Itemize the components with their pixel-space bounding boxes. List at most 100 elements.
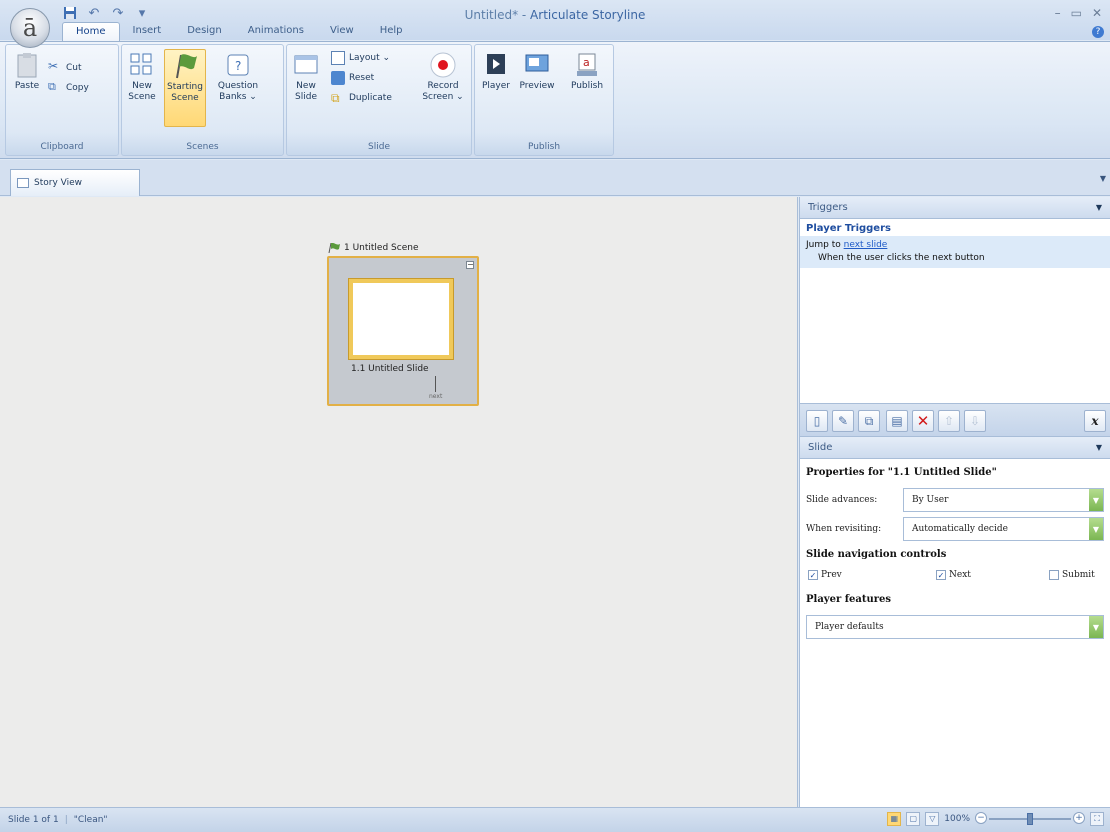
help-icon[interactable]: ?	[1092, 26, 1104, 38]
when-revisiting-select[interactable]: Automatically decide ▼	[903, 517, 1104, 541]
zoom-in-icon[interactable]: +	[1073, 812, 1085, 824]
submit-checkbox[interactable]: Submit	[1049, 570, 1095, 580]
app-logo: ā	[22, 14, 38, 42]
new-slide-label-2: Slide	[295, 92, 317, 102]
paste-button[interactable]: Paste	[12, 51, 42, 92]
slide-advances-row: Slide advances: By User ▼	[806, 488, 1104, 512]
window-controls: – ▭ ✕	[1055, 6, 1102, 20]
delete-trigger-icon[interactable]: ✕	[912, 410, 934, 432]
player-features-title: Player features	[806, 594, 892, 605]
new-slide-label-1: New	[296, 81, 316, 91]
new-scene-label-2: Scene	[128, 92, 156, 102]
publish-button[interactable]: a Publish	[565, 51, 609, 92]
player-features-select[interactable]: Player defaults ▼	[806, 615, 1104, 639]
zoom-out-icon[interactable]: −	[975, 812, 987, 824]
copy-trigger-icon[interactable]: ⧉	[858, 410, 880, 432]
scene-container[interactable]: − 1.1 Untitled Slide next	[327, 256, 479, 406]
new-scene-button[interactable]: New Scene	[126, 51, 158, 103]
scenes-group-label: Scenes	[186, 142, 219, 152]
player-features-row: Player defaults ▼	[806, 615, 1104, 639]
scene-title[interactable]: 1 Untitled Scene	[327, 243, 419, 253]
publish-icon: a	[577, 53, 597, 76]
next-label: Next	[949, 570, 971, 580]
trigger-item[interactable]: Jump to next slide When the user clicks …	[800, 236, 1110, 268]
trigger-target-link[interactable]: next slide	[844, 240, 888, 250]
zoom-slider[interactable]: − +	[975, 812, 1085, 826]
nav-controls: ✓ Prev ✓ Next Submit	[806, 570, 1104, 586]
zoom-thumb[interactable]	[1027, 813, 1033, 825]
question-banks-label-2: Banks ⌄	[219, 92, 257, 102]
triggers-panel-header[interactable]: Triggers ▼	[800, 197, 1110, 219]
app-name: Articulate Storyline	[530, 8, 646, 22]
layout-icon	[331, 51, 345, 65]
tab-home[interactable]: Home	[62, 22, 120, 42]
copy-button[interactable]: ⧉ Copy	[48, 81, 89, 95]
close-icon[interactable]: ✕	[1092, 6, 1102, 20]
tab-story-view[interactable]: Story View	[10, 169, 140, 196]
tab-list-chevron-icon[interactable]: ▼	[1100, 174, 1106, 183]
collapse-scene-icon[interactable]: −	[466, 261, 474, 269]
layout-button[interactable]: Layout ⌄	[331, 51, 390, 65]
edit-trigger-icon[interactable]: ✎	[832, 410, 854, 432]
move-up-icon[interactable]: ⇧	[938, 410, 960, 432]
starting-scene-label-1: Starting	[167, 82, 203, 92]
duplicate-button[interactable]: ⧉ Duplicate	[331, 91, 392, 105]
starting-scene-button[interactable]: Starting Scene	[164, 49, 206, 127]
normal-view-button-icon[interactable]: ▢	[906, 812, 921, 826]
filter-view-button-icon[interactable]: ▽	[925, 812, 940, 826]
tab-insert[interactable]: Insert	[120, 22, 175, 42]
tab-view[interactable]: View	[317, 22, 367, 42]
submit-checkbox-box[interactable]	[1049, 570, 1059, 580]
slide-panel-menu-icon[interactable]: ▼	[1096, 443, 1102, 452]
tab-help[interactable]: Help	[367, 22, 416, 42]
reset-button[interactable]: Reset	[331, 71, 374, 85]
tab-design[interactable]: Design	[174, 22, 235, 42]
player-label: Player	[481, 81, 510, 91]
next-connector	[435, 376, 436, 392]
new-scene-icon	[130, 53, 152, 75]
minimize-icon[interactable]: –	[1055, 6, 1061, 20]
submit-label: Submit	[1062, 570, 1095, 580]
variables-icon[interactable]: x	[1084, 410, 1106, 432]
maximize-icon[interactable]: ▭	[1071, 6, 1082, 20]
question-banks-button[interactable]: ? Question Banks ⌄	[216, 51, 260, 103]
preview-button[interactable]: Preview	[515, 51, 559, 92]
duplicate-icon: ⧉	[331, 91, 340, 105]
prev-checkbox-box[interactable]: ✓	[808, 570, 818, 580]
copy-label: Copy	[66, 82, 89, 93]
duplicate-label: Duplicate	[349, 92, 392, 103]
new-slide-icon	[294, 55, 318, 74]
chevron-down-icon: ▼	[1089, 616, 1103, 638]
slide-advances-select[interactable]: By User ▼	[903, 488, 1104, 512]
new-slide-button[interactable]: New Slide	[291, 51, 321, 103]
app-menu-button[interactable]: ā	[10, 8, 50, 48]
story-view-canvas[interactable]: 1 Untitled Scene − 1.1 Untitled Slide ne…	[0, 197, 798, 807]
cut-button[interactable]: ✂ Cut	[48, 60, 82, 75]
trigger-action: Jump to	[806, 240, 844, 250]
window-title: Untitled* - Articulate Storyline	[0, 8, 1110, 22]
fit-to-window-icon[interactable]: ⛶	[1090, 812, 1104, 826]
status-bar: Slide 1 of 1 | "Clean" ▦ ▢ ▽ 100% − + ⛶	[0, 807, 1110, 832]
slide-panel-header[interactable]: Slide ▼	[800, 437, 1110, 459]
document-tab-strip: Story View ▼	[0, 160, 1110, 196]
new-trigger-icon[interactable]: ▯	[806, 410, 828, 432]
prev-label: Prev	[821, 570, 842, 580]
player-button[interactable]: Player	[479, 51, 513, 92]
tab-animations[interactable]: Animations	[235, 22, 317, 42]
triggers-menu-icon[interactable]: ▼	[1096, 203, 1102, 212]
properties-title: Properties for "1.1 Untitled Slide"	[806, 467, 997, 478]
next-checkbox[interactable]: ✓ Next	[936, 570, 971, 580]
story-view-label: Story View	[34, 178, 82, 188]
slide-title: 1.1 Untitled Slide	[351, 364, 429, 374]
record-screen-button[interactable]: Record Screen ⌄	[421, 51, 465, 103]
paste-trigger-icon[interactable]: ▤	[886, 410, 908, 432]
publish-group-label: Publish	[527, 142, 561, 152]
prev-checkbox[interactable]: ✓ Prev	[808, 570, 842, 580]
cut-label: Cut	[66, 62, 82, 73]
reset-label: Reset	[349, 72, 375, 83]
layout-label: Layout ⌄	[349, 52, 390, 63]
next-checkbox-box[interactable]: ✓	[936, 570, 946, 580]
story-view-button-icon[interactable]: ▦	[887, 812, 902, 826]
slide-thumbnail[interactable]	[349, 279, 453, 359]
move-down-icon[interactable]: ⇩	[964, 410, 986, 432]
